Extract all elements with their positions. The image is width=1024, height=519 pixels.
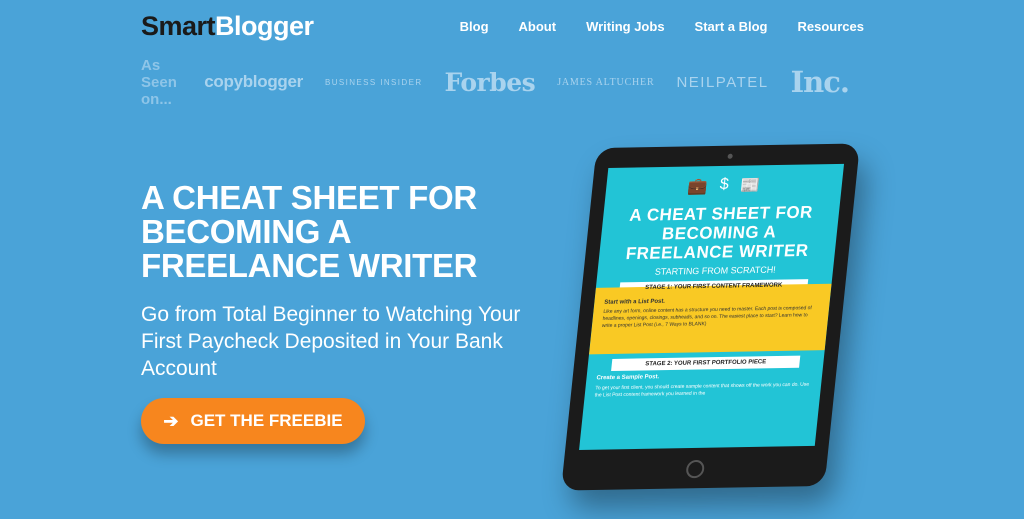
- logo-blogger: Blogger: [215, 11, 314, 41]
- james-altucher-logo: JAMES ALTUCHER: [557, 76, 655, 88]
- stage2-heading: Create a Sample Post.: [596, 374, 660, 382]
- tablet-frame: 💼 $ 📰 A CHEAT SHEET FOR BECOMING A FREEL…: [560, 143, 861, 491]
- tablet-mockup: 💼 $ 📰 A CHEAT SHEET FOR BECOMING A FREEL…: [560, 143, 861, 491]
- nav-about[interactable]: About: [519, 19, 557, 34]
- nav-blog[interactable]: Blog: [460, 19, 489, 34]
- stage2-text: To get your first client, you should cre…: [594, 381, 810, 399]
- cta-label: GET THE FREEBIE: [190, 411, 343, 430]
- briefcase-icon: 💼: [686, 178, 709, 196]
- cheatsheet-subtitle: STARTING FROM SCRATCH!: [654, 264, 777, 277]
- forbes-logo: Forbes: [444, 67, 536, 97]
- main-nav: Blog About Writing Jobs Start a Blog Res…: [460, 19, 864, 34]
- site-logo[interactable]: SmartBlogger: [141, 11, 314, 42]
- stage1-text: Like any art form, online content has a …: [601, 305, 813, 329]
- home-button: [684, 459, 705, 479]
- as-seen-on-label: As Seen on...: [141, 56, 177, 108]
- cheatsheet-title: A CHEAT SHEET FOR BECOMING A FREELANCE W…: [624, 202, 814, 264]
- hero-headline: A CHEAT SHEET FOR BECOMING A FREELANCE W…: [141, 179, 478, 284]
- nav-resources[interactable]: Resources: [798, 19, 864, 34]
- dollar-icon: $: [718, 175, 730, 194]
- inc-logo: Inc.: [790, 65, 850, 99]
- nav-writing-jobs[interactable]: Writing Jobs: [586, 19, 664, 34]
- stage1-heading: Start with a List Post.: [603, 298, 666, 306]
- hero-subheadline: Go from Total Beginner to Watching Your …: [141, 303, 521, 380]
- stage2-block: Create a Sample Post. To get your first …: [584, 367, 823, 403]
- copyblogger-logo: copyblogger: [204, 72, 303, 91]
- arrow-right-icon: ➔: [163, 410, 179, 431]
- tablet-screen: 💼 $ 📰 A CHEAT SHEET FOR BECOMING A FREEL…: [579, 163, 845, 451]
- get-freebie-button[interactable]: ➔ GET THE FREEBIE: [141, 398, 365, 444]
- business-insider-logo: BUSINESS INSIDER: [324, 77, 423, 87]
- stage1-block: Start with a List Post. Like any art for…: [588, 283, 832, 355]
- tablet-icons: 💼 $ 📰: [605, 164, 844, 198]
- camera-dot: [726, 153, 733, 159]
- neilpatel-logo: NEILPATEL: [676, 73, 769, 91]
- as-seen-on-bar: As Seen on... copyblogger BUSINESS INSID…: [141, 57, 871, 108]
- newspaper-icon: 📰: [739, 177, 762, 195]
- nav-start-a-blog[interactable]: Start a Blog: [695, 19, 768, 34]
- logo-smart: Smart: [141, 11, 216, 41]
